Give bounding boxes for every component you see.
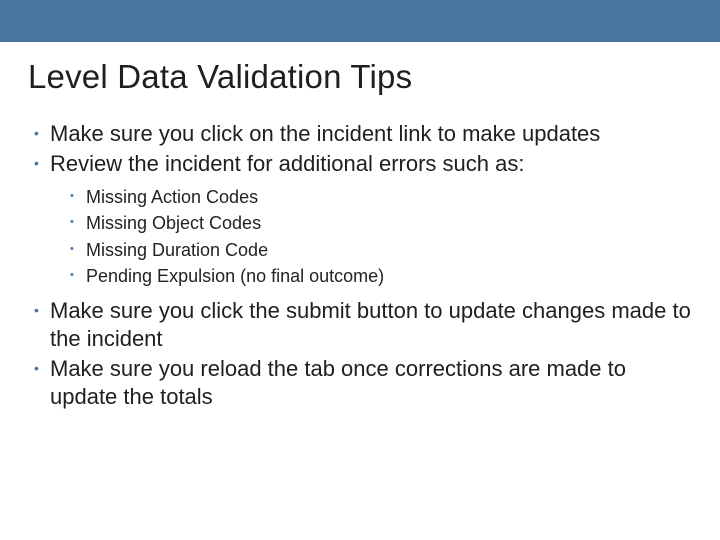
bullet-list: Make sure you click on the incident link…: [28, 120, 692, 411]
list-item: Review the incident for additional error…: [28, 150, 692, 289]
list-item-text: Missing Object Codes: [86, 213, 261, 233]
list-item-text: Pending Expulsion (no final outcome): [86, 266, 384, 286]
list-item: Make sure you click on the incident link…: [28, 120, 692, 148]
list-item: Make sure you click the submit button to…: [28, 297, 692, 353]
list-item: Missing Duration Code: [68, 237, 692, 263]
list-item: Pending Expulsion (no final outcome): [68, 263, 692, 289]
header-bar: [0, 0, 720, 42]
slide-content: Level Data Validation Tips Make sure you…: [0, 42, 720, 411]
list-item-text: Missing Action Codes: [86, 187, 258, 207]
list-item: Make sure you reload the tab once correc…: [28, 355, 692, 411]
sub-bullet-list: Missing Action Codes Missing Object Code…: [50, 184, 692, 288]
list-item-text: Make sure you reload the tab once correc…: [50, 356, 626, 409]
list-item: Missing Object Codes: [68, 210, 692, 236]
list-item-text: Make sure you click the submit button to…: [50, 298, 691, 351]
list-item: Missing Action Codes: [68, 184, 692, 210]
slide-title: Level Data Validation Tips: [28, 58, 692, 96]
list-item-text: Make sure you click on the incident link…: [50, 121, 600, 146]
list-item-text: Review the incident for additional error…: [50, 151, 524, 176]
list-item-text: Missing Duration Code: [86, 240, 268, 260]
